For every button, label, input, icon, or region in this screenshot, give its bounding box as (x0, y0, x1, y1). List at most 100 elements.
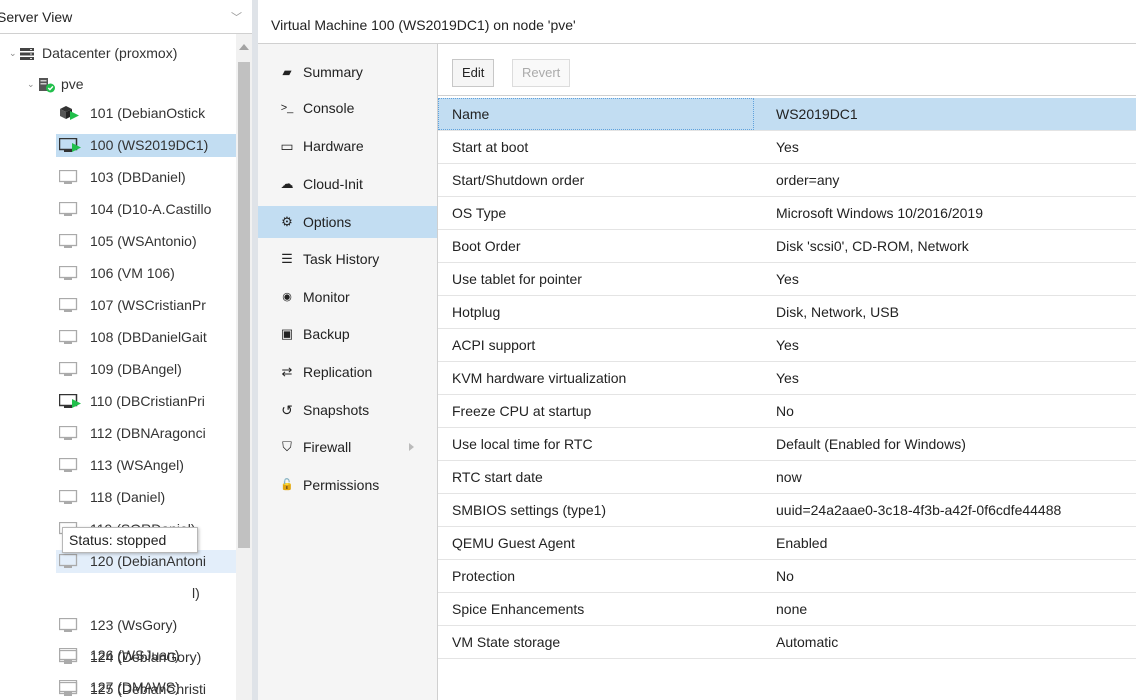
tree-vm-112[interactable]: 112 (DBNAragonci (56, 422, 236, 445)
revert-button[interactable]: Revert (512, 59, 571, 87)
edit-button[interactable]: Edit (452, 59, 495, 87)
vm-label: 127 (DMAWS) (90, 679, 180, 695)
tree-vm-127[interactable]: 127 (DMAWS) (56, 676, 236, 699)
nav-item-firewall[interactable]: ⛉ Firewall (258, 431, 437, 463)
vm-label: 110 (DBCristianPri (90, 393, 205, 409)
vm-stopped-icon (59, 554, 78, 568)
vm-stopped-icon (59, 680, 78, 694)
tree-vm-110[interactable]: 110 (DBCristianPri (56, 390, 236, 413)
options-row[interactable]: KVM hardware virtualization Yes (438, 362, 1136, 395)
tree-vm-109[interactable]: 109 (DBAngel) (56, 358, 236, 381)
options-row[interactable]: Start/Shutdown order order=any (438, 164, 1136, 197)
nav-label: Monitor (303, 289, 350, 305)
vm-running-icon (59, 394, 81, 408)
option-key: SMBIOS settings (type1) (452, 502, 607, 518)
options-toolbar: Edit Revert (438, 44, 1136, 96)
options-row[interactable]: Boot Order Disk 'scsi0', CD-ROM, Network (438, 230, 1136, 263)
tree-node-datacenter[interactable]: ⌄ Datacenter (proxmox) (0, 42, 236, 65)
tree-list: ⌄ Datacenter (proxmox) ⌄ pve 101 (Debian… (0, 34, 236, 700)
tree-vm-107[interactable]: 107 (WSCristianPr (56, 294, 236, 317)
options-row[interactable]: Hotplug Disk, Network, USB (438, 296, 1136, 329)
nav-item-console[interactable]: >_ Console (258, 92, 437, 124)
tree-vm-104[interactable]: 104 (D10-A.Castillo (56, 198, 236, 221)
option-key: Use local time for RTC (452, 436, 593, 452)
nav-item-permissions[interactable]: 🔓 Permissions (258, 469, 437, 501)
template-running-icon (60, 106, 79, 120)
option-value: Default (Enabled for Windows) (776, 436, 966, 452)
submenu-arrow-icon (409, 443, 414, 451)
collapse-icon[interactable]: ⌄ (9, 48, 17, 58)
option-value: Disk, Network, USB (776, 304, 899, 320)
nav-item-options[interactable]: ⚙ Options (258, 206, 437, 238)
tree-vm-120[interactable]: 120 (DebianAntoni (56, 550, 236, 573)
options-row[interactable]: Freeze CPU at startup No (438, 395, 1136, 428)
vm-label: 104 (D10-A.Castillo (90, 201, 212, 217)
scroll-thumb[interactable] (238, 62, 250, 548)
vm-content-panel: Virtual Machine 100 (WS2019DC1) on node … (258, 0, 1136, 700)
server-icon (20, 48, 34, 60)
options-row[interactable]: ACPI support Yes (438, 329, 1136, 362)
nav-label: Firewall (303, 439, 352, 455)
options-row[interactable]: Protection No (438, 560, 1136, 593)
nav-item-cloud-init[interactable]: ☁ Cloud-Init (258, 168, 437, 200)
nav-item-backup[interactable]: ▣ Backup (258, 318, 437, 350)
vm-stopped-icon (59, 490, 78, 504)
option-value: Yes (776, 271, 799, 287)
tree-vm-118[interactable]: 118 (Daniel) (56, 486, 236, 509)
nav-label: Snapshots (303, 402, 370, 418)
tree-vm-113[interactable]: 113 (WSAngel) (56, 454, 236, 477)
tree-vm-105[interactable]: 105 (WSAntonio) (56, 230, 236, 253)
option-key: ACPI support (452, 337, 536, 353)
nav-label: Task History (303, 251, 380, 267)
options-row[interactable]: OS Type Microsoft Windows 10/2016/2019 (438, 197, 1136, 230)
option-key: Boot Order (452, 238, 521, 254)
vm-label: 100 (WS2019DC1) (90, 137, 209, 153)
vm-label: l) (192, 585, 200, 601)
nav-item-summary[interactable]: ▰ Summary (258, 56, 437, 88)
vm-label: 120 (DebianAntoni (90, 553, 206, 569)
list-icon: ☰ (281, 251, 293, 266)
tree-vm-100[interactable]: 100 (WS2019DC1) (56, 134, 236, 157)
scroll-up-arrow-icon[interactable] (239, 44, 249, 50)
option-value: Enabled (776, 535, 828, 551)
retweet-icon: ⇄ (281, 364, 293, 379)
options-row[interactable]: RTC start date now (438, 461, 1136, 494)
shield-icon: ⛉ (282, 439, 292, 454)
tree-vm-103[interactable]: 103 (DBDaniel) (56, 166, 236, 189)
nav-item-snapshots[interactable]: ↺ Snapshots (258, 394, 437, 426)
tree-scrollbar[interactable] (236, 34, 252, 700)
chevron-down-icon[interactable]: ﹀ (231, 9, 242, 25)
vm-stopped-icon (59, 170, 78, 184)
option-key: Hotplug (452, 304, 501, 320)
options-row[interactable]: Start at boot Yes (438, 131, 1136, 164)
status-tooltip: Status: stopped (62, 527, 198, 553)
tree-vm-101[interactable]: 101 (DebianOstick (56, 102, 236, 125)
options-row[interactable]: VM State storage Automatic (438, 626, 1136, 659)
tree-vm-123[interactable]: 123 (WsGory) (56, 614, 236, 637)
tree-vm-hidden[interactable]: l) (56, 582, 236, 605)
nav-item-replication[interactable]: ⇄ Replication (258, 356, 437, 388)
options-row[interactable]: QEMU Guest Agent Enabled (438, 527, 1136, 560)
options-row[interactable]: SMBIOS settings (type1) uuid=24a2aae0-3c… (438, 494, 1136, 527)
vm-label: 106 (VM 106) (90, 265, 175, 281)
view-selector[interactable]: Server View ﹀ (0, 0, 252, 34)
nav-item-monitor[interactable]: ◉ Monitor (258, 281, 437, 313)
nav-item-task-history[interactable]: ☰ Task History (258, 243, 437, 275)
nav-label: Permissions (303, 477, 380, 493)
options-row[interactable]: Use local time for RTC Default (Enabled … (438, 428, 1136, 461)
nav-label: Options (303, 214, 352, 230)
vm-side-nav: ▰ Summary >_ Console ▭ Hardware ☁ Cloud-… (258, 44, 438, 700)
tree-vm-126[interactable]: 126 (WSJuan) (56, 644, 236, 667)
gear-icon: ⚙ (281, 214, 293, 229)
options-row[interactable]: Use tablet for pointer Yes (438, 263, 1136, 296)
option-value: now (776, 469, 802, 485)
tree-vm-108[interactable]: 108 (DBDanielGait (56, 326, 236, 349)
vm-label: 105 (WSAntonio) (90, 233, 197, 249)
tree-node-pve[interactable]: ⌄ pve (0, 73, 236, 96)
collapse-icon[interactable]: ⌄ (27, 79, 35, 89)
options-row-name[interactable]: Name WS2019DC1 (438, 98, 1136, 131)
option-value: Yes (776, 370, 799, 386)
nav-item-hardware[interactable]: ▭ Hardware (258, 130, 437, 162)
tree-vm-106[interactable]: 106 (VM 106) (56, 262, 236, 285)
options-row[interactable]: Spice Enhancements none (438, 593, 1136, 626)
